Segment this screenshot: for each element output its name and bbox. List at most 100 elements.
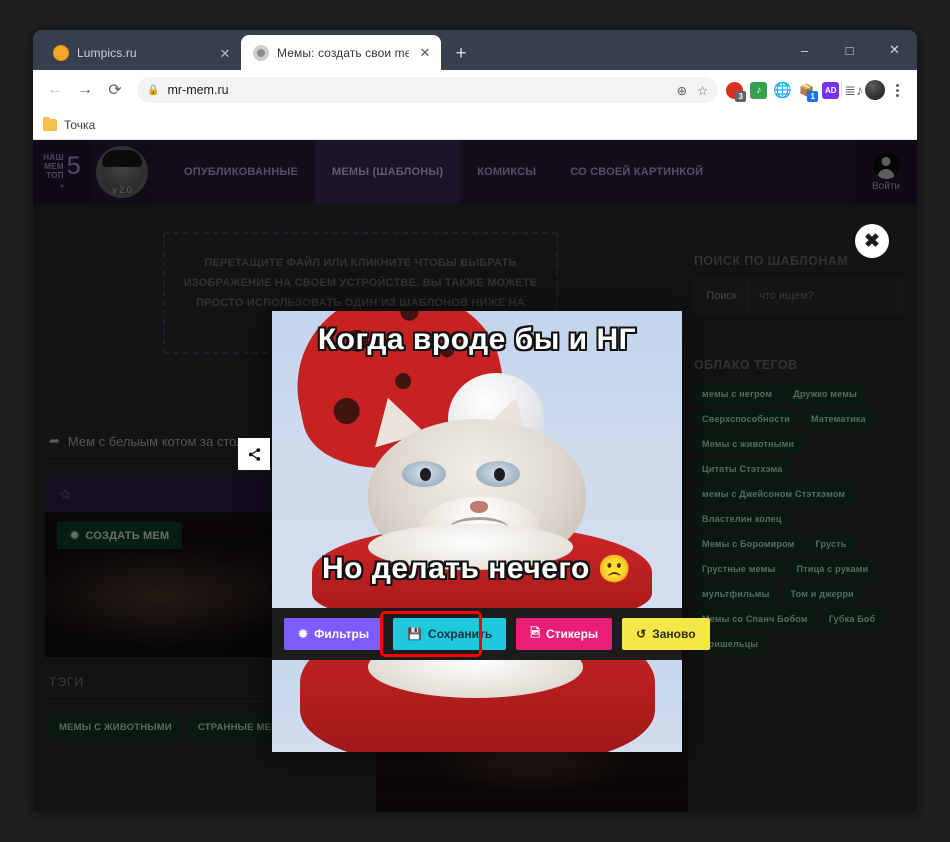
desktop-backdrop: Lumpics.ru ✕ Мемы: создать свои memes он… — [0, 0, 950, 842]
folder-icon — [43, 116, 57, 131]
meme-bottom-text-row[interactable]: Но делать нечего 🙁 — [272, 552, 682, 586]
reading-list-icon[interactable]: ≣♪ — [844, 82, 863, 99]
tag-cloud-heading: ОБЛАКО ТЕГОВ — [694, 358, 798, 372]
browser-toolbar: ← → ⟳ 🔒 mr-mem.ru ⊕ ☆ 3 ♪ 🌐 📦 1 AD ≣♪ — [33, 70, 917, 110]
filters-button[interactable]: ✹ Фильтры — [284, 618, 384, 650]
login-button[interactable]: Войти — [855, 140, 917, 204]
tag-chip[interactable]: Грустные мемы — [694, 559, 784, 579]
floppy-disk-icon: 💾 — [407, 627, 423, 641]
lock-icon: 🔒 — [147, 84, 160, 96]
cat-pupil-left — [420, 468, 431, 481]
package-badge: 1 — [807, 90, 819, 102]
brand-line-3: ТОП — [46, 171, 64, 180]
nav-item-templates[interactable]: МЕМЫ (ШАБЛОНЫ) — [314, 140, 461, 204]
site-logo[interactable]: v 2.0 — [91, 140, 153, 204]
ad-extension-icon[interactable]: AD — [822, 81, 840, 99]
tab-favicon-orange-icon — [53, 45, 69, 61]
tag-chip[interactable]: Птица с руками — [788, 559, 877, 579]
close-modal-button[interactable]: ✖ — [855, 224, 889, 258]
browser-tab-memes[interactable]: Мемы: создать свои memes он… ✕ — [241, 35, 441, 70]
share-button[interactable] — [238, 438, 270, 470]
tab-title: Мемы: создать свои memes он… — [277, 45, 409, 60]
brand-line-2: МЕМ — [44, 162, 64, 171]
address-bar[interactable]: 🔒 mr-mem.ru ⊕ ☆ — [137, 77, 719, 103]
music-extension-icon[interactable]: ♪ — [750, 81, 768, 99]
stickers-button[interactable]: 🖻 Стикеры — [516, 618, 613, 650]
tag-chip[interactable]: Математика — [802, 409, 874, 429]
redo-button[interactable]: ↺ Заново — [622, 618, 710, 650]
tag-chip[interactable]: мемы с негром — [694, 384, 781, 404]
page-viewport: НАШ МЕМ ТОП 5 ▾ v 2.0 ОПУБЛИКОВАННЫЕ МЕМ… — [33, 140, 917, 812]
address-bar-url: mr-mem.ru — [167, 83, 229, 97]
redo-label: Заново — [652, 627, 696, 641]
bookmark-star-icon[interactable]: ☆ — [697, 83, 708, 98]
filters-label: Фильтры — [314, 627, 370, 641]
window-close-button[interactable]: ✕ — [872, 30, 917, 70]
nav-item-comics[interactable]: КОМИКСЫ — [460, 140, 553, 204]
bookmark-item-tochka[interactable]: Точка — [64, 118, 95, 132]
search-input[interactable]: что ищем? — [749, 279, 902, 313]
star-icon[interactable]: ☆ — [59, 486, 72, 503]
logo-hair-icon — [102, 150, 142, 167]
meme-canvas[interactable]: Когда вроде бы и НГ Но делать нечего 🙁 — [272, 311, 682, 608]
nav-item-own-picture[interactable]: СО СВОЕЙ КАРТИНКОЙ — [553, 140, 720, 204]
browser-window: Lumpics.ru ✕ Мемы: создать свои memes он… — [33, 30, 917, 812]
create-meme-button[interactable]: ✹ СОЗДАТЬ МЕМ — [57, 522, 183, 549]
profile-avatar-icon[interactable] — [865, 80, 885, 100]
reload-button[interactable]: ⟳ — [101, 76, 129, 104]
globe-extension-icon[interactable]: 🌐 — [773, 81, 792, 99]
tag-chip[interactable]: Цитаты Стэтхэма — [694, 459, 791, 479]
template-search-box[interactable]: Поиск что ищем? — [694, 278, 903, 314]
nav-item-published[interactable]: ОПУБЛИКОВАННЫЕ — [167, 140, 315, 204]
forward-button[interactable]: → — [71, 76, 99, 104]
cat-nose — [470, 501, 488, 513]
save-button[interactable]: 💾 Сохранить — [393, 618, 507, 650]
tag-chip[interactable]: Мемы со Спанч Бобом — [694, 609, 816, 629]
site-brand[interactable]: НАШ МЕМ ТОП 5 ▾ — [33, 140, 91, 204]
extension-icons: 3 ♪ 🌐 📦 1 AD — [726, 81, 840, 102]
tag-chip[interactable]: Губка Боб — [820, 609, 884, 629]
share-arrow-icon: ➦ — [49, 433, 60, 448]
new-tab-button[interactable]: + — [447, 39, 475, 67]
sidebar-column: ПОИСК ПО ШАБЛОНАМ Поиск что ищем? ОБЛАКО… — [688, 204, 917, 812]
meme-card-title: Мем с белыым котом за столом — [67, 433, 261, 449]
tag-chip[interactable]: Сверхспособности — [694, 409, 798, 429]
tag-chip[interactable]: Том и джерри — [782, 584, 862, 604]
search-addon-label: Поиск — [695, 279, 749, 313]
tag-chip[interactable]: Мемы с Боромиром — [694, 534, 803, 554]
login-label: Войти — [872, 181, 900, 192]
tag-chip[interactable]: мемы с Джейсоном Стэтхэмом — [694, 484, 854, 504]
meme-top-text[interactable]: Когда вроде бы и НГ — [272, 323, 682, 357]
stickers-label: Стикеры — [545, 627, 599, 641]
tab-close-icon[interactable]: ✕ — [217, 45, 233, 61]
browser-tab-lumpics[interactable]: Lumpics.ru ✕ — [41, 36, 241, 70]
tag-chip[interactable]: Властелин колец — [694, 509, 790, 529]
install-app-icon[interactable]: ⊕ — [677, 83, 687, 98]
site-main-nav: ОПУБЛИКОВАННЫЕ МЕМЫ (ШАБЛОНЫ) КОМИКСЫ СО… — [153, 140, 855, 204]
user-avatar-icon — [872, 152, 900, 179]
window-maximize-button[interactable]: □ — [827, 30, 872, 70]
tag-chip[interactable]: Дружко мемы — [785, 384, 865, 404]
browser-tab-strip: Lumpics.ru ✕ Мемы: создать свои memes он… — [33, 30, 917, 70]
tab-close-icon[interactable]: ✕ — [417, 45, 433, 61]
brand-line-1: НАШ — [43, 153, 64, 162]
magic-wand-icon: ✹ — [298, 627, 309, 641]
tag-chip[interactable]: Грусть — [807, 534, 855, 554]
three-dots-menu-icon[interactable] — [887, 83, 907, 97]
package-extension-icon[interactable]: 📦 1 — [798, 81, 819, 102]
window-controls: – □ ✕ — [782, 30, 917, 70]
tag-chip[interactable]: МЕМЫ С ЖИВОТНЫМИ — [49, 716, 182, 739]
tag-chip[interactable]: мультфильмы — [694, 584, 778, 604]
adblock-extension-icon[interactable]: 3 — [726, 81, 747, 102]
chevron-down-icon[interactable]: ▾ — [60, 182, 64, 191]
tag-cloud-section: ОБЛАКО ТЕГОВ мемы с негром Дружко мемы С… — [694, 358, 903, 654]
refresh-icon: ↺ — [636, 627, 647, 641]
meme-editor-modal: Когда вроде бы и НГ Но делать нечего 🙁 ✹… — [238, 311, 710, 752]
back-button[interactable]: ← — [41, 76, 69, 104]
save-label: Сохранить — [428, 627, 493, 641]
tag-chip[interactable]: Мемы с животными — [694, 434, 803, 454]
tag-cloud: мемы с негром Дружко мемы Сверхспособнос… — [694, 384, 903, 654]
toolbar-divider — [841, 81, 843, 99]
frowning-face-emoji-icon: 🙁 — [597, 553, 632, 584]
window-minimize-button[interactable]: – — [782, 30, 827, 70]
